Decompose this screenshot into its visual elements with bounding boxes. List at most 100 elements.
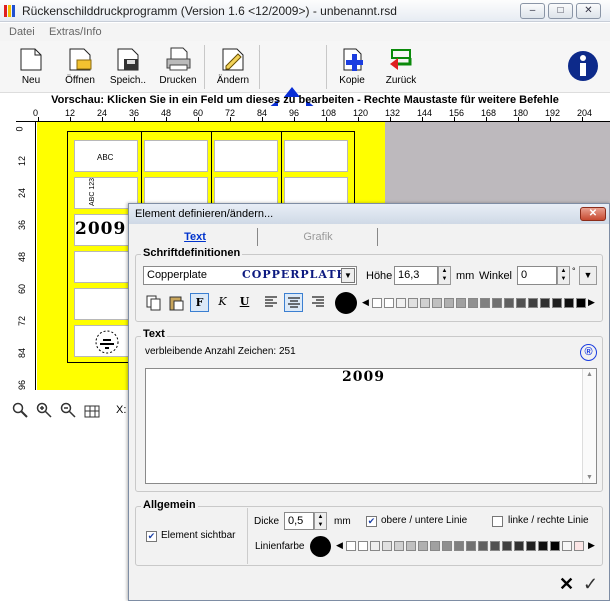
color-swatch[interactable] bbox=[430, 541, 440, 551]
chevron-left-icon[interactable]: ◀ bbox=[362, 297, 369, 308]
color-swatch[interactable] bbox=[502, 541, 512, 551]
visible-checkbox[interactable]: ✔ bbox=[146, 531, 157, 542]
color-swatch[interactable] bbox=[442, 541, 452, 551]
angle-spinner[interactable]: ▲ ▼ bbox=[557, 266, 570, 285]
color-swatch[interactable] bbox=[432, 298, 442, 308]
height-unit: mm bbox=[456, 270, 475, 282]
color-swatch[interactable] bbox=[382, 541, 392, 551]
color-swatch[interactable] bbox=[538, 541, 548, 551]
underline-button[interactable]: U bbox=[235, 293, 254, 312]
align-right-icon[interactable] bbox=[311, 296, 325, 308]
ruler-vertical: 0 12 24 36 48 60 72 84 96 bbox=[15, 122, 36, 390]
minimize-button[interactable]: – bbox=[520, 3, 545, 19]
left-right-line-checkbox[interactable]: ✔ bbox=[492, 516, 503, 527]
bold-button[interactable]: F bbox=[190, 293, 209, 312]
color-swatch[interactable] bbox=[468, 298, 478, 308]
text-scrollbar[interactable]: ▲ ▼ bbox=[582, 369, 596, 483]
menu-datei[interactable]: Datei bbox=[9, 26, 35, 38]
ok-icon[interactable]: ✓ bbox=[583, 574, 598, 595]
label-cell[interactable] bbox=[144, 140, 208, 172]
color-swatch[interactable] bbox=[516, 298, 526, 308]
tab-text[interactable]: Text bbox=[135, 228, 255, 248]
toolbar-separator bbox=[326, 45, 327, 89]
print-button[interactable]: Drucken bbox=[156, 45, 200, 91]
chevron-right-icon[interactable]: ▶ bbox=[588, 297, 595, 308]
align-center-button[interactable] bbox=[284, 293, 303, 312]
label-cell[interactable] bbox=[284, 140, 348, 172]
color-swatch[interactable] bbox=[384, 298, 394, 308]
height-spinner[interactable]: ▲ ▼ bbox=[438, 266, 451, 285]
color-swatch[interactable] bbox=[492, 298, 502, 308]
color-swatch[interactable] bbox=[490, 541, 500, 551]
label-cell[interactable]: ABC bbox=[74, 140, 138, 172]
tab-divider bbox=[257, 228, 258, 246]
color-swatch[interactable] bbox=[504, 298, 514, 308]
color-swatch[interactable] bbox=[408, 298, 418, 308]
back-button[interactable]: Zurück bbox=[379, 45, 423, 91]
ruler-tick bbox=[518, 117, 519, 121]
save-button[interactable]: Speich.. bbox=[106, 45, 150, 91]
align-left-icon[interactable] bbox=[264, 296, 278, 308]
maximize-button[interactable]: □ bbox=[548, 3, 573, 19]
thickness-label: Dicke bbox=[254, 516, 280, 527]
save-disk-icon bbox=[115, 47, 141, 71]
font-select[interactable]: Copperplate COPPERPLATE ▼ bbox=[143, 266, 357, 285]
color-swatch[interactable] bbox=[444, 298, 454, 308]
color-swatch[interactable] bbox=[552, 298, 562, 308]
color-swatch[interactable] bbox=[370, 541, 380, 551]
copy-icon[interactable] bbox=[146, 295, 162, 311]
toolbar-separator bbox=[204, 45, 205, 89]
tab-graphic[interactable]: Grafik bbox=[259, 228, 377, 248]
height-input[interactable]: 16,3 bbox=[394, 266, 438, 285]
color-swatch[interactable] bbox=[576, 298, 586, 308]
dialog-close-button[interactable]: ✕ bbox=[580, 207, 606, 221]
new-button[interactable]: Neu bbox=[9, 45, 53, 91]
paste-icon[interactable] bbox=[168, 295, 184, 311]
color-swatch[interactable] bbox=[394, 541, 404, 551]
color-swatch[interactable] bbox=[418, 541, 428, 551]
color-swatch[interactable] bbox=[454, 541, 464, 551]
label-cell[interactable] bbox=[214, 140, 278, 172]
color-swatch[interactable] bbox=[358, 541, 368, 551]
thickness-input[interactable]: 0,5 bbox=[284, 512, 314, 530]
zoom-out-icon[interactable] bbox=[60, 402, 76, 418]
italic-button[interactable]: K bbox=[213, 293, 232, 312]
cancel-icon[interactable]: ✕ bbox=[559, 574, 574, 595]
info-icon[interactable] bbox=[566, 49, 600, 83]
grid-icon[interactable] bbox=[84, 402, 100, 418]
open-button[interactable]: Öffnen bbox=[58, 45, 102, 91]
color-swatch[interactable] bbox=[372, 298, 382, 308]
color-swatch[interactable] bbox=[540, 298, 550, 308]
color-swatch[interactable] bbox=[346, 541, 356, 551]
color-swatch[interactable] bbox=[478, 541, 488, 551]
top-bottom-line-checkbox[interactable]: ✔ bbox=[366, 516, 377, 527]
chevron-down-icon[interactable]: ▼ bbox=[341, 268, 355, 283]
color-swatch[interactable] bbox=[456, 298, 466, 308]
angle-dropdown-button[interactable]: ▼ bbox=[579, 266, 597, 285]
ruler-tick bbox=[454, 117, 455, 121]
zoom-in-icon[interactable] bbox=[36, 402, 52, 418]
edit-button[interactable]: Ändern bbox=[211, 45, 255, 91]
color-swatch[interactable] bbox=[466, 541, 476, 551]
menu-extras-info[interactable]: Extras/Info bbox=[49, 26, 102, 38]
color-swatch[interactable] bbox=[550, 541, 560, 551]
registered-symbol-button[interactable]: ® bbox=[580, 344, 597, 361]
color-swatch[interactable] bbox=[406, 541, 416, 551]
color-swatch[interactable] bbox=[574, 541, 584, 551]
text-area[interactable]: 2009 ▲ ▼ bbox=[145, 368, 597, 484]
color-swatch[interactable] bbox=[528, 298, 538, 308]
close-button[interactable]: ✕ bbox=[576, 3, 601, 19]
color-swatch[interactable] bbox=[562, 541, 572, 551]
color-swatch[interactable] bbox=[564, 298, 574, 308]
color-swatch[interactable] bbox=[514, 541, 524, 551]
color-swatch[interactable] bbox=[526, 541, 536, 551]
chevron-right-icon[interactable]: ▶ bbox=[588, 540, 595, 551]
color-swatch[interactable] bbox=[420, 298, 430, 308]
copy-button[interactable]: Kopie bbox=[330, 45, 374, 91]
color-swatch[interactable] bbox=[396, 298, 406, 308]
angle-input[interactable]: 0 bbox=[517, 266, 557, 285]
color-swatch[interactable] bbox=[480, 298, 490, 308]
chevron-left-icon[interactable]: ◀ bbox=[336, 540, 343, 551]
thickness-spinner[interactable]: ▲ ▼ bbox=[314, 512, 327, 530]
zoom-fit-icon[interactable] bbox=[12, 402, 28, 418]
